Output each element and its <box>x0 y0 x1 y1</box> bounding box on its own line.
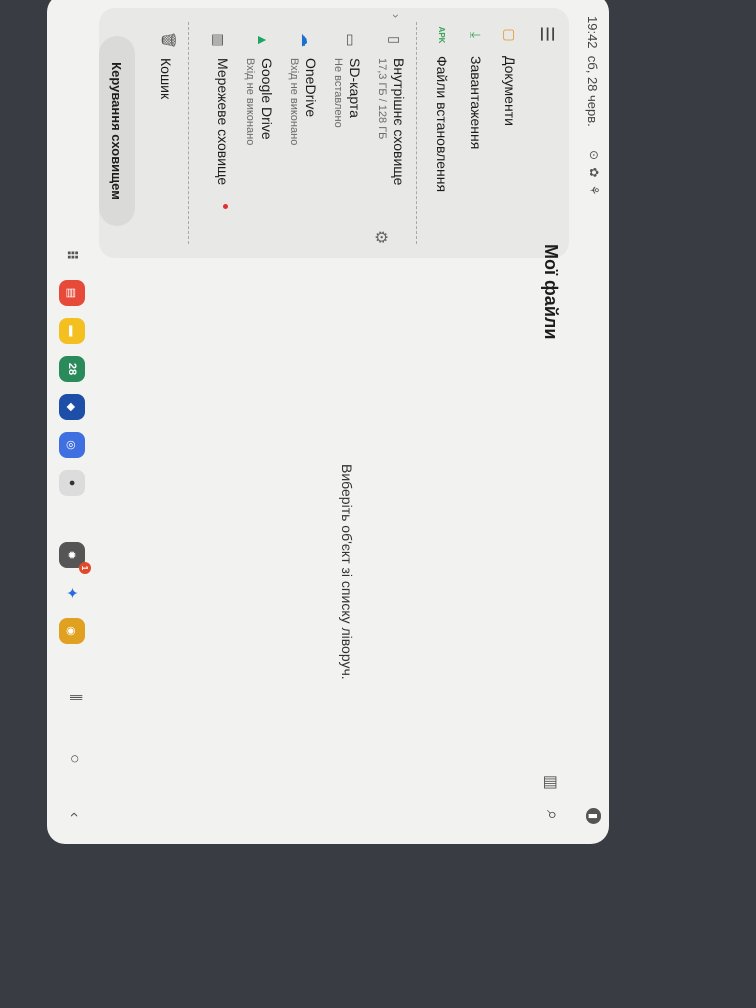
nav-item-documents[interactable]: ▢ Документи <box>493 8 527 258</box>
new-dot-indicator <box>223 204 228 209</box>
navigation-drawer: ☰ ▢ Документи ⤓ Завантаження APK Файли в… <box>99 8 569 258</box>
calendar-app-icon[interactable]: 28 <box>59 356 85 382</box>
divider <box>188 22 189 244</box>
recent-apps-icon[interactable]: ⦀ <box>65 694 83 701</box>
network-storage-icon: ▥ <box>211 33 227 47</box>
files-app-icon[interactable]: ▬ <box>59 318 85 344</box>
battery-icon: ▮ <box>586 807 601 824</box>
phone-icon: ▯ <box>387 36 403 44</box>
storage-item-sd-card[interactable]: ▭ SD-карта Не вставлено <box>321 8 365 258</box>
home-icon[interactable]: ○ <box>65 754 83 764</box>
apk-icon: APK <box>437 26 447 44</box>
sd-card-icon: ▭ <box>343 33 359 47</box>
empty-hint: Виберіть об'єкт зі списку ліворуч. <box>339 464 355 680</box>
document-icon: ▢ <box>502 28 519 42</box>
menu-icon[interactable]: ☰ <box>536 26 557 42</box>
google-drive-icon: ▲ <box>255 33 271 47</box>
manage-storage-button[interactable]: Керування сховищем <box>99 36 135 226</box>
browser-app-icon[interactable]: ◎ <box>59 432 85 458</box>
onedrive-icon: ☁ <box>299 33 315 47</box>
storage-item-network[interactable]: ▥ Мережеве сховище <box>189 8 233 258</box>
messages-app-icon[interactable]: ◆ <box>59 394 85 420</box>
apps-grid-icon[interactable]: ⠿ <box>59 242 85 268</box>
tablet-screen: 19:42 сб, 28 черв. ⊙ ✿ ⚘ ▮ ☰ ▢ Документи… <box>47 0 609 844</box>
taskbar: ⠿ ▤ ▬ 28 ◆ ◎ ● ✹ 1 ✦ ◉ ⦀ ○ ‹ <box>47 0 95 844</box>
status-icons: ⊙ ✿ ⚘ <box>587 150 601 198</box>
gemini-icon[interactable]: ✦ <box>59 580 85 606</box>
download-icon: ⤓ <box>468 31 485 39</box>
notes-app-icon[interactable]: ▤ <box>59 280 85 306</box>
nav-item-installation-files[interactable]: APK Файли встановлення <box>425 8 459 258</box>
back-icon[interactable]: ‹ <box>65 812 83 817</box>
layout-icon[interactable]: ▥ <box>541 775 561 790</box>
chevron-right-icon[interactable]: › <box>389 14 403 18</box>
settings-app-icon[interactable]: ✹ 1 <box>59 542 91 574</box>
page-title: Мої файли <box>541 244 561 340</box>
storage-item-trash[interactable]: 🗑 Кошик <box>139 8 183 258</box>
notification-badge: 1 <box>79 562 91 574</box>
storage-item-internal[interactable]: › ▯ Внутрішнє сховище 17,3 ГБ / 128 ГБ <box>365 8 409 258</box>
search-icon[interactable]: ⌕ <box>542 810 563 820</box>
status-time: 19:42 сб, 28 черв. <box>585 16 600 127</box>
storage-item-onedrive[interactable]: ☁ OneDrive Вхід не виконано <box>277 8 321 258</box>
status-bar: 19:42 сб, 28 черв. ⊙ ✿ ⚘ ▮ <box>575 0 609 844</box>
chrome-app-icon[interactable]: ◉ <box>59 618 85 644</box>
camera-app-icon[interactable]: ● <box>59 470 85 496</box>
trash-icon: 🗑 <box>161 31 177 49</box>
divider <box>416 22 417 244</box>
storage-item-google-drive[interactable]: ▲ Google Drive Вхід не виконано <box>233 8 277 258</box>
nav-item-downloads[interactable]: ⤓ Завантаження <box>459 8 493 258</box>
